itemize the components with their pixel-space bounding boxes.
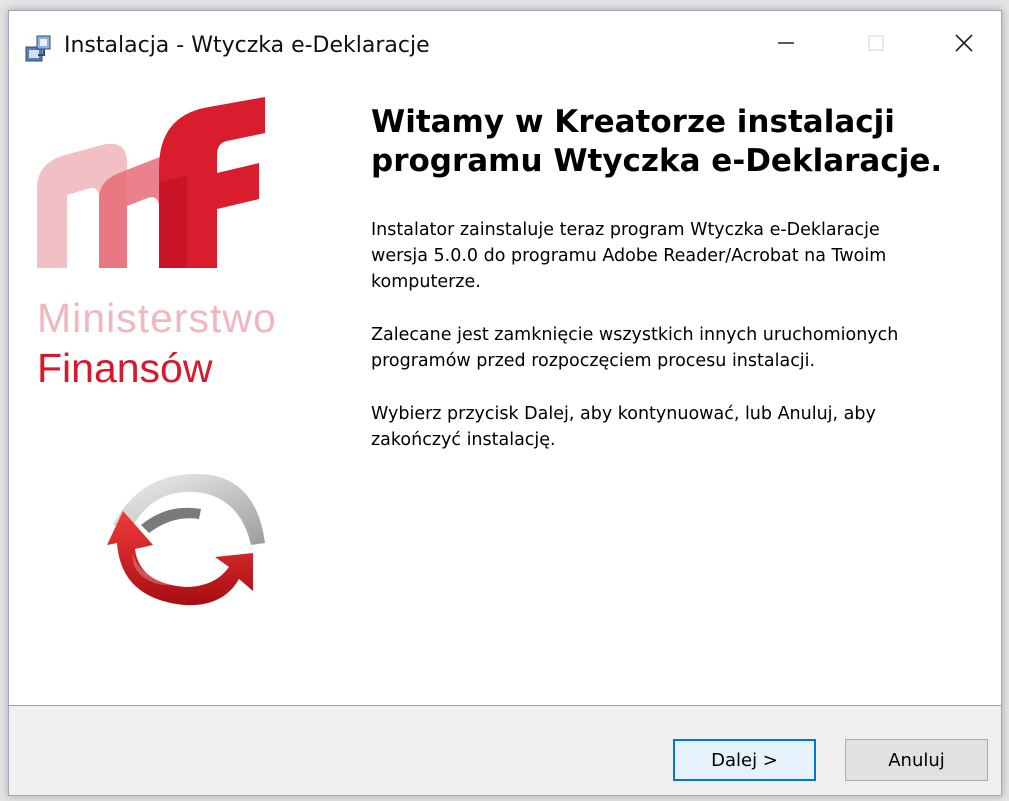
minimize-button[interactable] xyxy=(751,21,821,69)
title-bar[interactable]: Instalacja - Wtyczka e-Deklaracje xyxy=(9,11,1001,73)
paragraph-line: Zalecane jest zamknięcie wszystkich inny… xyxy=(371,325,899,345)
installer-window: Instalacja - Wtyczka e-Deklaracje Minist… xyxy=(8,10,1002,796)
heading-line-2: programu Wtyczka e-Deklaracje. xyxy=(371,143,943,179)
next-button[interactable]: Dalej > xyxy=(673,739,816,781)
paragraph-line: komputerze. xyxy=(371,272,481,292)
close-programs-paragraph: Zalecane jest zamknięcie wszystkich inny… xyxy=(371,322,971,374)
wizard-side-banner: Ministerstwo Finansów xyxy=(9,73,349,705)
paragraph-line: Wybierz przycisk Dalej, aby kontynuować,… xyxy=(371,404,876,424)
mf-logo-icon xyxy=(37,93,277,272)
heading-line-1: Witamy w Kreatorze instalacji xyxy=(371,104,895,140)
minimize-icon xyxy=(776,33,796,57)
install-info-paragraph: Instalator zainstaluje teraz program Wty… xyxy=(371,217,971,295)
close-button[interactable] xyxy=(929,21,999,69)
paragraph-line: programów przed rozpoczęciem procesu ins… xyxy=(371,351,816,371)
paragraph-line: Instalator zainstaluje teraz program Wty… xyxy=(371,220,880,240)
window-title: Instalacja - Wtyczka e-Deklaracje xyxy=(64,33,430,58)
paragraph-line: zakończyć instalację. xyxy=(371,430,556,450)
welcome-heading: Witamy w Kreatorze instalacji programu W… xyxy=(371,103,971,181)
brand-finansow: Finansów xyxy=(37,345,213,391)
wizard-content: Ministerstwo Finansów Witamy w Kreatorze… xyxy=(9,73,1001,705)
maximize-icon xyxy=(866,33,886,57)
cancel-button[interactable]: Anuluj xyxy=(845,739,988,781)
installer-app-icon xyxy=(24,33,54,63)
e-deklaracje-logo-icon xyxy=(73,453,273,637)
continue-instructions-paragraph: Wybierz przycisk Dalej, aby kontynuować,… xyxy=(371,401,971,453)
close-icon xyxy=(953,32,975,58)
paragraph-line: wersja 5.0.0 do programu Adobe Reader/Ac… xyxy=(371,246,887,266)
brand-ministerstwo: Ministerstwo xyxy=(37,295,277,341)
button-bar: Dalej > Anuluj xyxy=(9,706,1001,795)
maximize-button xyxy=(841,21,911,69)
